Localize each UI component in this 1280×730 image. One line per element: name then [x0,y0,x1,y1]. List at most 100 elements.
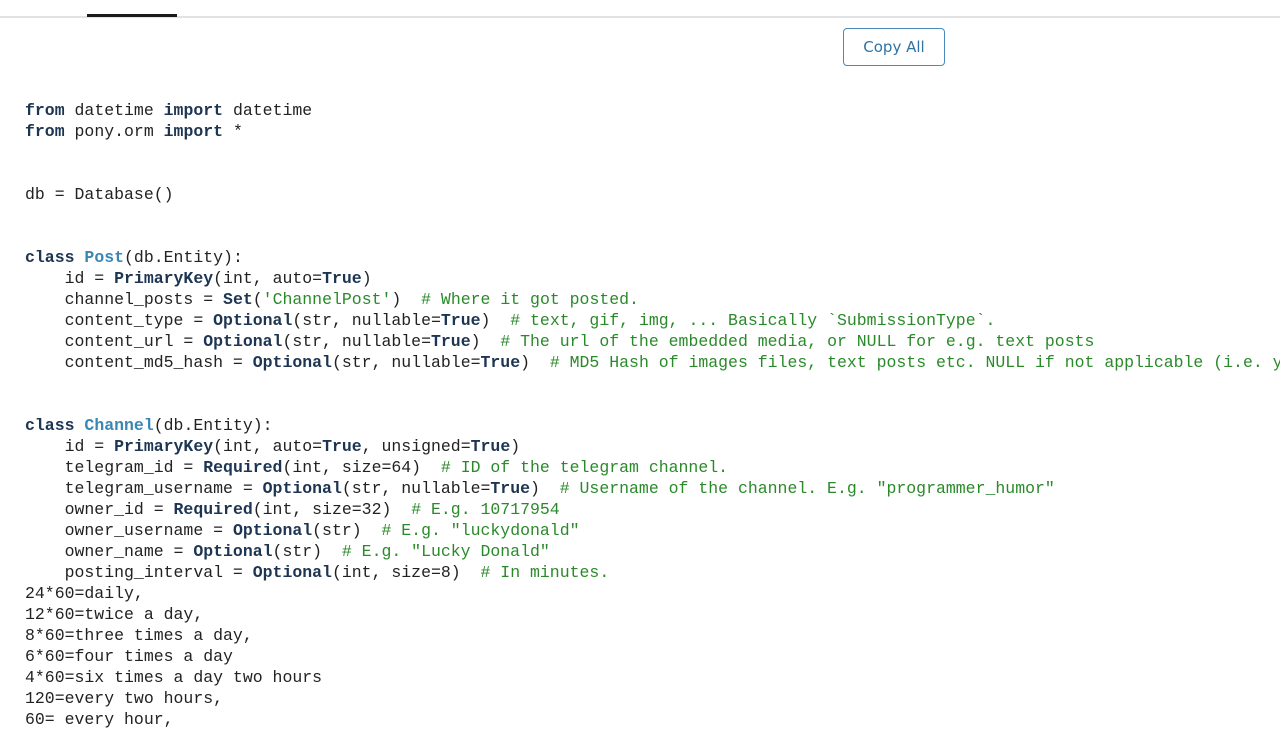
code-text: ) [361,269,372,288]
code-text: , unsigned= [361,437,471,456]
code-line: owner_id = Required(int, size=32) # E.g.… [25,499,1280,520]
code-text: 12*60=twice a day, [25,605,204,624]
code-keyword: True [322,269,362,288]
code-keyword: Optional [252,353,332,372]
code-keyword: Optional [232,521,313,540]
code-class-name: Post [84,248,125,267]
code-text: posting_interval = [25,563,253,582]
code-text: (int, auto= [213,437,323,456]
code-keyword: import [163,122,224,141]
code-keyword: Optional [213,311,293,330]
code-keyword: from [25,122,65,141]
code-text: (db.Entity): [124,248,243,267]
code-text: (str) [312,521,382,540]
code-keyword: PrimaryKey [114,269,214,288]
code-text: id = [25,437,115,456]
code-line: id = PrimaryKey(int, auto=True, unsigned… [25,436,1280,457]
code-comment: # Username of the channel. E.g. "program… [559,479,1055,498]
code-text: (int, size=64) [282,458,441,477]
code-text: ( [252,290,263,309]
code-line: from pony.orm import * [25,121,1280,142]
code-line: posting_interval = Optional(int, size=8)… [25,562,1280,583]
active-tab-indicator[interactable] [87,14,177,17]
code-keyword: Required [173,500,253,519]
code-line: id = PrimaryKey(int, auto=True) [25,268,1280,289]
code-keyword: from [25,101,65,120]
code-line: from datetime import datetime [25,100,1280,121]
code-text: content_md5_hash = [25,353,253,372]
code-text: datetime [64,101,164,120]
code-text: ) [530,479,560,498]
code-class-name: Channel [84,416,154,435]
code-comment: # ID of the telegram channel. [440,458,729,477]
code-text: db = Database() [25,185,174,204]
code-comment: # E.g. 10717954 [411,500,560,519]
code-keyword: class [25,416,75,435]
code-text: pony.orm [64,122,164,141]
code-text: * [223,122,243,141]
code-line: 12*60=twice a day, [25,604,1280,625]
code-line: 8*60=three times a day, [25,625,1280,646]
code-keyword: Required [203,458,283,477]
code-text: owner_username = [25,521,233,540]
code-text: 4*60=six times a day two hours [25,668,323,687]
code-comment: # In minutes. [480,563,610,582]
code-string: 'ChannelPost' [262,290,392,309]
code-text: (int, auto= [213,269,323,288]
code-line: telegram_id = Required(int, size=64) # I… [25,457,1280,478]
code-text: datetime [223,101,313,120]
code-text: owner_id = [25,500,174,519]
code-text: (str) [272,542,342,561]
code-line: channel_posts = Set('ChannelPost') # Whe… [25,289,1280,310]
code-keyword: Set [223,290,253,309]
code-line: 4*60=six times a day two hours [25,667,1280,688]
code-line: content_url = Optional(str, nullable=Tru… [25,331,1280,352]
code-text: ) [391,290,422,309]
code-line: content_type = Optional(str, nullable=Tr… [25,310,1280,331]
code-text: (int, size=8) [331,563,481,582]
code-text: owner_name = [25,542,194,561]
code-text: (db.Entity): [153,416,273,435]
copy-all-button[interactable]: Copy All [843,28,945,66]
code-keyword: True [322,437,362,456]
code-keyword: Optional [252,563,332,582]
code-line: telegram_username = Optional(str, nullab… [25,478,1280,499]
code-line: 6*60=four times a day [25,646,1280,667]
code-text: (int, size=32) [252,500,412,519]
code-line: 60= every hour, [25,709,1280,730]
code-keyword: True [480,353,521,372]
code-comment: # E.g. "Lucky Donald" [341,542,550,561]
code-keyword: Optional [203,332,283,351]
code-text: telegram_username = [25,479,263,498]
code-text: 60= every hour, [25,710,174,729]
code-text: 8*60=three times a day, [25,626,253,645]
code-text: (str, nullable= [282,332,431,351]
code-text: ) [480,311,511,330]
code-line: 120=every two hours, [25,688,1280,709]
code-comment: # MD5 Hash of images files, text posts e… [549,353,1280,372]
code-text: content_url = [25,332,204,351]
code-text: content_type = [25,311,214,330]
code-line: class Post(db.Entity): [25,247,1280,268]
code-line: owner_username = Optional(str) # E.g. "l… [25,520,1280,541]
code-text: ) [470,332,501,351]
code-comment: # Where it got posted. [421,290,639,309]
code-text: telegram_id = [25,458,204,477]
code-text: (str, nullable= [341,479,491,498]
code-line: 24*60=daily, [25,583,1280,604]
code-comment: # E.g. "luckydonald" [381,521,580,540]
code-keyword: PrimaryKey [114,437,214,456]
code-keyword: class [25,248,75,267]
code-comment: # The url of the embedded media, or NULL… [500,332,1095,351]
code-text: (str, nullable= [292,311,441,330]
tab-bar [0,0,1280,18]
code-keyword: import [163,101,224,120]
code-line: db = Database() [25,184,1280,205]
